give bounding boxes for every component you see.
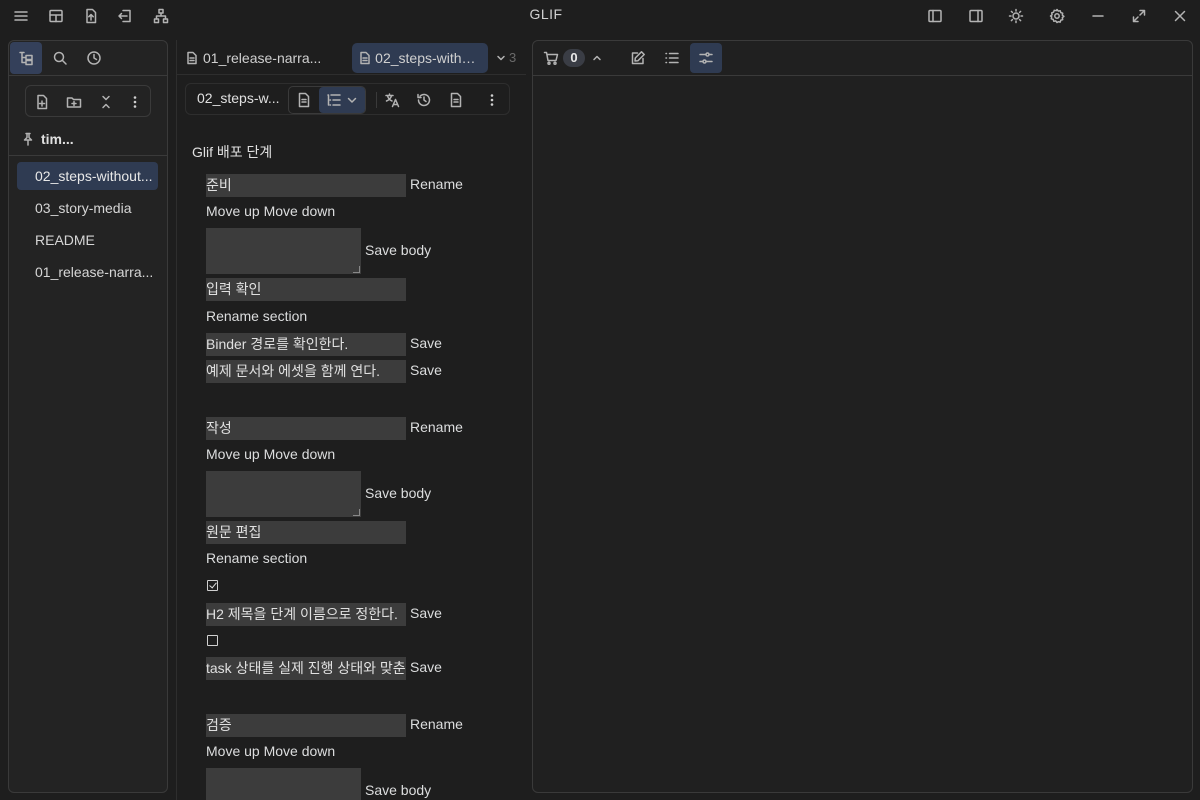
vault-name: tim... [41, 131, 74, 147]
save-button[interactable]: Save [410, 605, 442, 621]
item-input[interactable]: Binder 경로를 확인한다. [206, 333, 406, 356]
outline-view-button[interactable] [319, 87, 365, 113]
divider [376, 92, 377, 108]
rename-section-button[interactable]: Rename section [206, 308, 307, 324]
move-buttons[interactable]: Move up Move down [206, 203, 335, 219]
close-icon[interactable] [1168, 4, 1192, 28]
chevron-down-icon [347, 97, 357, 103]
pin-icon [23, 132, 33, 146]
rename-button[interactable]: Rename [410, 716, 463, 732]
divider [9, 75, 167, 76]
view-mode-switch [288, 86, 366, 114]
task-checkbox-checked[interactable] [207, 580, 218, 591]
divider [9, 155, 167, 156]
divider [533, 75, 1192, 76]
sidebar-tabs [9, 41, 167, 75]
history-icon[interactable] [412, 88, 436, 112]
save-body-button[interactable]: Save body [365, 485, 431, 501]
save-button[interactable]: Save [410, 362, 442, 378]
translate-icon[interactable] [380, 88, 404, 112]
rename-section-button[interactable]: Rename section [206, 550, 307, 566]
tab-label: 01_release-narra... [203, 50, 322, 66]
editor-pane: 01_release-narra... 02_steps-withou... 3… [176, 40, 526, 800]
chevron-down-icon [497, 55, 505, 60]
theme-sun-icon[interactable] [1004, 4, 1028, 28]
save-button[interactable]: Save [410, 335, 442, 351]
save-body-button[interactable]: Save body [365, 242, 431, 258]
step-name-input[interactable]: 작성 [206, 417, 406, 440]
new-folder-icon[interactable] [63, 91, 85, 113]
file-icon [187, 51, 197, 65]
section-name-input[interactable]: 입력 확인 [206, 278, 406, 301]
document-view-icon[interactable] [294, 90, 314, 110]
minimize-icon[interactable] [1086, 4, 1110, 28]
more-options-icon[interactable] [124, 91, 146, 113]
search-icon[interactable] [44, 42, 76, 74]
document-title: 02_steps-w... [197, 90, 280, 106]
collapse-all-icon[interactable] [95, 91, 117, 113]
file-toolbar [25, 85, 151, 117]
title-bar: GLIF [0, 0, 1200, 32]
step-body-textarea[interactable] [206, 228, 361, 274]
step-name-input[interactable]: 검증 [206, 714, 406, 737]
file-icon [360, 51, 370, 65]
task-input[interactable]: task 상태를 실제 진행 상태와 맞춘다 [206, 657, 406, 680]
vault-row[interactable]: tim... [21, 129, 161, 149]
section-name-input[interactable]: 원문 편집 [206, 521, 406, 544]
filter-settings-icon[interactable] [690, 43, 722, 73]
document-header: 02_steps-w... [185, 83, 510, 115]
chevron-up-icon[interactable] [585, 43, 609, 73]
tab-overflow[interactable]: 3 [495, 50, 516, 65]
outline-list-icon [327, 94, 341, 106]
file-item[interactable]: 01_release-narra... [17, 258, 158, 286]
left-sidebar-toggle-icon[interactable] [923, 4, 947, 28]
edit-icon[interactable] [622, 43, 654, 73]
step-name-input[interactable]: 준비 [206, 174, 406, 197]
tab-02-steps[interactable]: 02_steps-withou... [352, 43, 488, 73]
divider [177, 74, 526, 75]
right-sidebar-toggle-icon[interactable] [964, 4, 988, 28]
file-tree-tab[interactable] [10, 42, 42, 74]
history-clock-icon[interactable] [78, 42, 110, 74]
cart-count-badge: 0 [563, 49, 585, 67]
tab-overflow-count: 3 [509, 50, 517, 65]
left-sidebar: tim... 02_steps-without... 03_story-medi… [8, 40, 168, 793]
tab-bar: 01_release-narra... 02_steps-withou... 3 [177, 40, 526, 74]
tab-01-release[interactable]: 01_release-narra... [179, 43, 329, 73]
item-input[interactable]: 예제 문서와 에셋을 함께 연다. [206, 360, 406, 383]
rename-button[interactable]: Rename [410, 419, 463, 435]
move-buttons[interactable]: Move up Move down [206, 446, 335, 462]
document-icon[interactable] [444, 88, 468, 112]
list-icon[interactable] [656, 43, 688, 73]
save-body-button[interactable]: Save body [365, 782, 431, 798]
outline-editor: Glif 배포 단계 준비 Rename Move up Move down S… [177, 130, 526, 800]
settings-gear-icon[interactable] [1045, 4, 1069, 28]
document-heading: Glif 배포 단계 [192, 144, 273, 160]
task-input[interactable]: H2 제목을 단계 이름으로 정한다. [206, 603, 406, 626]
new-file-icon[interactable] [31, 91, 53, 113]
file-item[interactable]: 02_steps-without... [17, 162, 158, 190]
tab-label: 02_steps-withou... [375, 50, 482, 66]
task-checkbox-unchecked[interactable] [207, 635, 218, 646]
file-item[interactable]: 03_story-media [17, 194, 158, 222]
maximize-icon[interactable] [1127, 4, 1151, 28]
save-button[interactable]: Save [410, 659, 442, 675]
move-buttons[interactable]: Move up Move down [206, 743, 335, 759]
more-options-icon[interactable] [480, 88, 504, 112]
step-body-textarea[interactable] [206, 768, 361, 800]
file-item[interactable]: README [17, 226, 158, 254]
step-body-textarea[interactable] [206, 471, 361, 517]
rename-button[interactable]: Rename [410, 176, 463, 192]
right-toolbar: 0 [533, 41, 1192, 75]
right-pane: 0 [532, 40, 1193, 793]
